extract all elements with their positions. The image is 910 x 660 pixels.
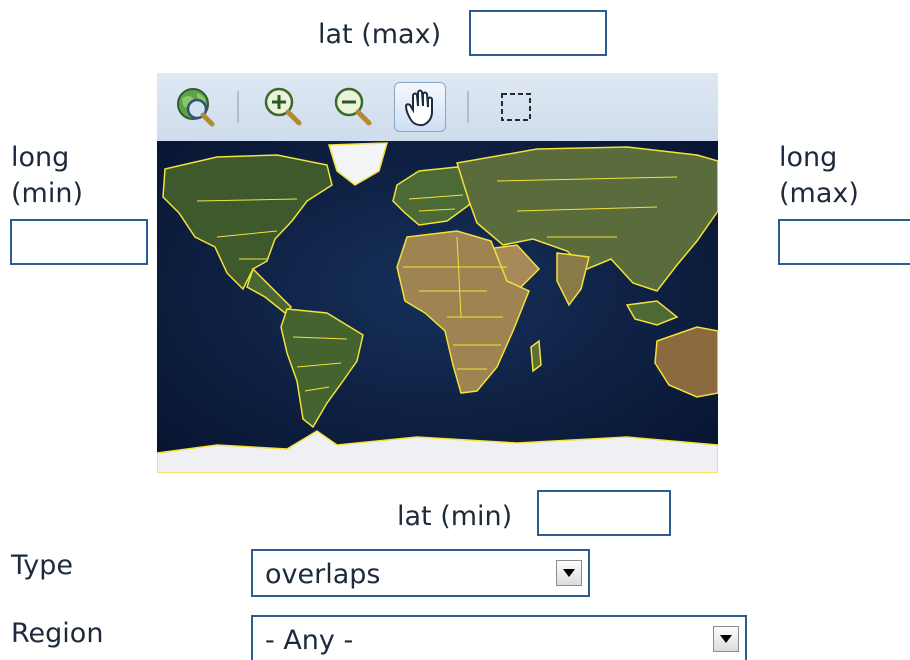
zoom-out-icon[interactable] [327,82,379,132]
toolbar-separator [237,91,239,123]
type-label: Type [11,550,74,581]
region-label: Region [11,618,104,649]
dropdown-arrow-icon[interactable] [556,560,582,586]
map-toolbar [157,73,718,142]
box-select-icon[interactable] [489,82,541,132]
world-map[interactable] [157,141,718,473]
lat-max-input[interactable] [469,10,607,56]
lat-max-label: lat (max) [318,19,442,50]
madagascar [530,339,542,373]
toolbar-separator [467,91,469,123]
long-min-label: long (min) [11,142,83,209]
long-min-input[interactable] [10,219,148,265]
zoom-to-world-icon[interactable] [169,82,221,132]
type-select[interactable]: overlaps [251,549,590,597]
long-max-input[interactable] [778,219,910,265]
zoom-in-icon[interactable] [257,82,309,132]
dropdown-arrow-icon[interactable] [713,626,739,652]
long-max-label: long (max) [779,142,859,209]
lat-min-input[interactable] [537,490,671,536]
pan-hand-icon[interactable] [394,82,446,132]
lat-min-label: lat (min) [397,501,513,532]
region-select[interactable]: - Any - [251,615,747,660]
map-widget [157,73,718,473]
